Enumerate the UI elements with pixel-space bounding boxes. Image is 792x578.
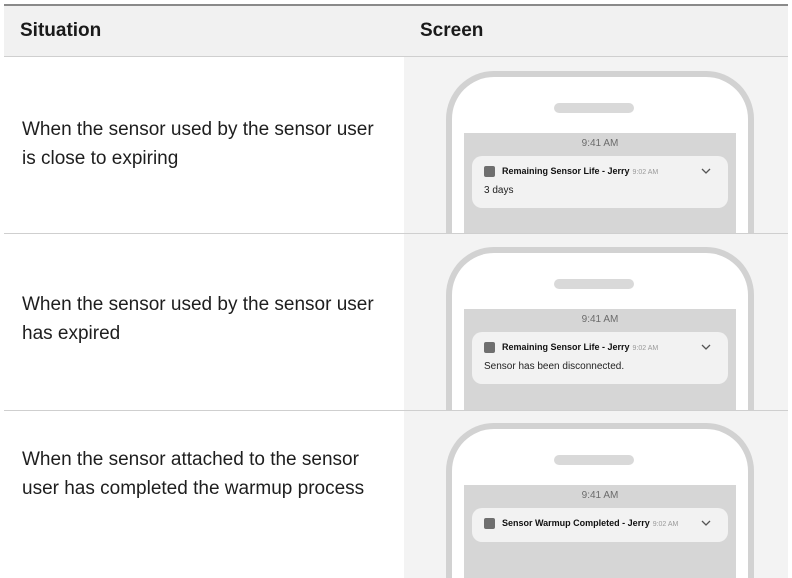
notification-header: Sensor Warmup Completed - Jerry 9:02 AM [484, 518, 716, 532]
chevron-down-icon[interactable] [700, 166, 712, 176]
lock-screen: 9:41 AM Remaining Sensor Life - Jerry 9:0… [464, 309, 736, 410]
phone-mockup: 9:41 AM Remaining Sensor Life - Jerry 9:0… [446, 247, 754, 410]
notification-title: Sensor Warmup Completed - Jerry 9:02 AM [502, 518, 678, 528]
notification-card[interactable]: Remaining Sensor Life - Jerry 9:02 AM 3 d… [472, 156, 728, 208]
phone-speaker [554, 279, 634, 289]
situation-cell: When the sensor attached to the sensor u… [4, 411, 404, 578]
lock-screen: 9:41 AM Remaining Sensor Life - Jerry 9:0… [464, 133, 736, 233]
notification-title: Remaining Sensor Life - Jerry 9:02 AM [502, 166, 658, 176]
situation-text: When the sensor used by the sensor user … [22, 119, 374, 169]
lock-screen-clock: 9:41 AM [581, 138, 619, 149]
notification-title-text: Remaining Sensor Life - Jerry [502, 166, 630, 176]
notification-title-text: Sensor Warmup Completed - Jerry [502, 518, 650, 528]
notification-title: Remaining Sensor Life - Jerry 9:02 AM [502, 342, 658, 352]
phone-speaker [554, 103, 634, 113]
app-square-icon [484, 518, 495, 529]
notification-time: 9:02 AM [632, 345, 659, 352]
notification-body: 3 days [484, 185, 514, 196]
chevron-down-icon[interactable] [700, 518, 712, 528]
notification-body: Sensor has been disconnected. [484, 361, 625, 372]
situation-cell: When the sensor used by the sensor user … [4, 234, 404, 410]
screen-cell: 9:41 AM Remaining Sensor Life - Jerry 9:0… [404, 234, 788, 410]
chevron-down-icon[interactable] [700, 342, 712, 352]
header-screen: Screen [420, 20, 484, 41]
table-header-row: Situation Screen [4, 4, 788, 57]
table-row: When the sensor used by the sensor user … [4, 57, 788, 233]
phone-mockup: 9:41 AM Remaining Sensor Life - Jerry 9:0… [446, 71, 754, 233]
notification-card[interactable]: Sensor Warmup Completed - Jerry 9:02 AM [472, 508, 728, 542]
notification-header: Remaining Sensor Life - Jerry 9:02 AM [484, 166, 716, 180]
table-row: When the sensor used by the sensor user … [4, 234, 788, 410]
app-square-icon [484, 342, 495, 353]
notification-time: 9:02 AM [632, 169, 659, 176]
lock-screen-clock: 9:41 AM [581, 314, 619, 325]
situation-text: When the sensor used by the sensor user … [22, 294, 374, 344]
notification-card[interactable]: Remaining Sensor Life - Jerry 9:02 AM Sen… [472, 332, 728, 384]
notification-time: 9:02 AM [652, 521, 679, 528]
phone-speaker [554, 455, 634, 465]
notification-title-text: Remaining Sensor Life - Jerry [502, 342, 630, 352]
notification-header: Remaining Sensor Life - Jerry 9:02 AM [484, 342, 716, 356]
header-situation: Situation [20, 20, 102, 41]
situation-text: When the sensor attached to the sensor u… [22, 449, 365, 499]
lock-screen: 9:41 AM Sensor Warmup Completed - Jerry 9… [464, 485, 736, 578]
app-square-icon [484, 166, 495, 177]
phone-mockup: 9:41 AM Sensor Warmup Completed - Jerry 9… [446, 423, 754, 578]
lock-screen-clock: 9:41 AM [581, 490, 619, 501]
table-row: When the sensor attached to the sensor u… [4, 411, 788, 578]
screen-cell: 9:41 AM Remaining Sensor Life - Jerry 9:0… [404, 57, 788, 233]
screen-cell: 9:41 AM Sensor Warmup Completed - Jerry 9… [404, 411, 788, 578]
situation-cell: When the sensor used by the sensor user … [4, 57, 404, 233]
